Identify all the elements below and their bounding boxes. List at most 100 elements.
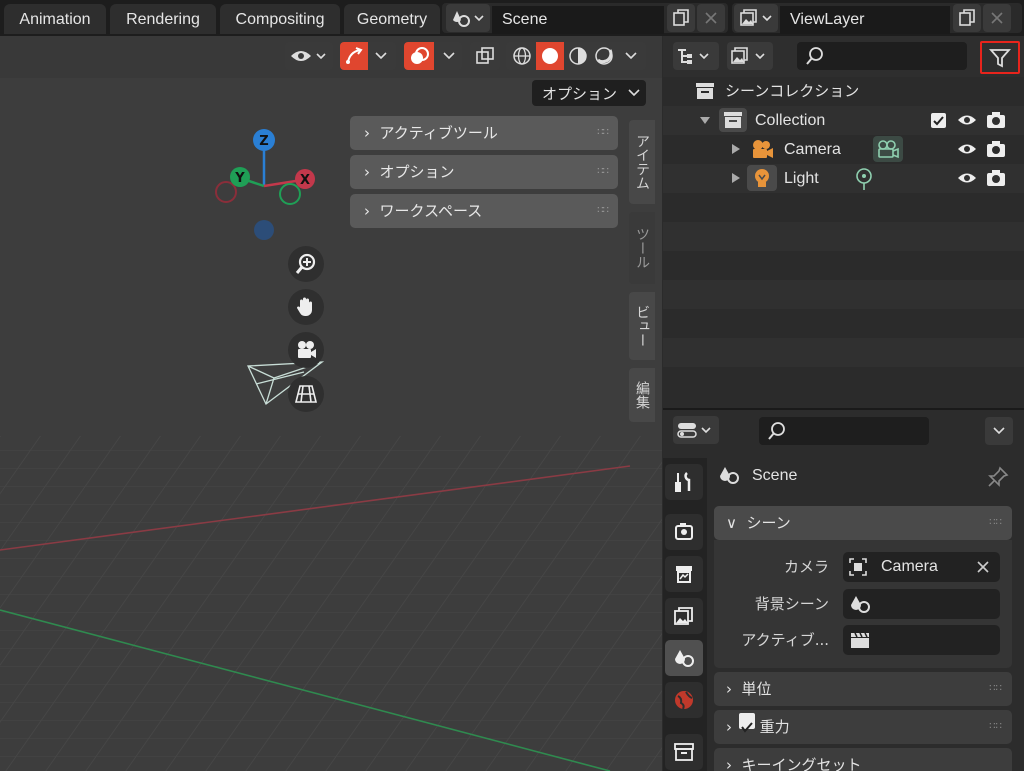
eye-icon[interactable] (957, 141, 977, 157)
solid-shading-button[interactable] (536, 42, 564, 70)
section-gravity-header[interactable]: › 重力 ∷∷ (714, 710, 1012, 744)
properties-panel: Scene ∨ シーン ∷∷ カメラ Camera 背景シーン アクティブ...… (663, 410, 1024, 771)
panel-workspace[interactable]: › ワークスペース ∷∷ (350, 194, 618, 228)
eye-icon[interactable] (957, 112, 977, 128)
scene-icon (675, 650, 694, 667)
tab-edit[interactable]: 編集 (629, 368, 655, 422)
background-scene-field[interactable] (843, 589, 1000, 619)
visibility-dropdown[interactable] (285, 42, 333, 70)
section-units-header[interactable]: › 単位 ∷∷ (714, 672, 1012, 706)
render-camera-icon[interactable] (985, 110, 1007, 130)
delete-scene-button[interactable] (697, 4, 725, 32)
section-keying-sets-header[interactable]: › キーイングセット (714, 748, 1012, 771)
output-tab[interactable] (665, 556, 703, 592)
overlay-dropdown[interactable] (404, 42, 462, 70)
scene-collection-row[interactable]: シーンコレクション (663, 77, 1024, 106)
render-tab[interactable] (665, 514, 703, 550)
properties-tabs (663, 458, 707, 771)
light-data-icon[interactable] (853, 167, 875, 191)
viewlayer-name-field[interactable]: ViewLayer (780, 6, 950, 34)
gravity-checkbox[interactable] (738, 713, 755, 733)
expand-right-icon[interactable] (731, 143, 741, 155)
collection-label: Collection (755, 112, 826, 129)
tab-compositing[interactable]: Compositing (220, 4, 340, 34)
render-camera-icon[interactable] (985, 168, 1007, 188)
options-menu-button[interactable] (985, 417, 1013, 445)
3d-viewport[interactable]: オプション › アクティブツール ∷∷ › オプション ∷∷ › ワークスペース… (0, 36, 662, 771)
light-label: Light (784, 170, 819, 187)
tab-rendering[interactable]: Rendering (110, 4, 216, 34)
drag-handle-icon[interactable]: ∷∷ (597, 155, 609, 189)
panel-active-tool[interactable]: › アクティブツール ∷∷ (350, 116, 618, 150)
properties-search-input[interactable] (759, 417, 929, 445)
display-mode-dropdown[interactable] (673, 42, 719, 70)
pan-button[interactable] (288, 289, 324, 325)
navigation-gizmo[interactable]: Z Y X (200, 124, 330, 254)
camera-row[interactable]: Camera (663, 135, 1024, 164)
zoom-button[interactable] (288, 246, 324, 282)
options-dropdown[interactable]: オプション (532, 80, 646, 106)
gizmo-toggle[interactable] (340, 42, 368, 70)
view-layer-tab[interactable] (665, 598, 703, 634)
scene-name-field[interactable]: Scene (492, 6, 664, 34)
search-icon (768, 422, 785, 440)
active-clip-field[interactable] (843, 625, 1000, 655)
section-scene-header[interactable]: ∨ シーン ∷∷ (714, 506, 1012, 540)
scene-type-dropdown[interactable] (446, 4, 490, 32)
drag-handle-icon[interactable]: ∷∷ (989, 672, 1002, 706)
light-row[interactable]: Light (663, 164, 1024, 193)
camera-prop-field[interactable]: Camera (843, 552, 1000, 582)
delete-viewlayer-button[interactable] (983, 4, 1011, 32)
render-camera-icon[interactable] (985, 139, 1007, 159)
outliner-search-input[interactable] (797, 42, 967, 70)
section-label: 重力 (759, 718, 790, 736)
view-layer-filter-dropdown[interactable] (727, 42, 773, 70)
eye-icon[interactable] (957, 170, 977, 186)
camera-data-icon-bg[interactable] (873, 136, 903, 162)
drag-handle-icon[interactable]: ∷∷ (989, 506, 1002, 540)
collection-row[interactable]: Collection (663, 106, 1024, 135)
drag-handle-icon[interactable]: ∷∷ (597, 116, 609, 150)
tab-animation[interactable]: Animation (4, 4, 106, 34)
new-scene-button[interactable] (667, 4, 695, 32)
tab-tool[interactable]: ツール (629, 212, 655, 284)
drag-handle-icon[interactable]: ∷∷ (597, 194, 609, 228)
scene-selector: Scene (442, 3, 728, 34)
wireframe-shading-button[interactable] (510, 44, 534, 68)
rendered-shading-button[interactable] (592, 44, 616, 68)
gizmo-dropdown[interactable] (340, 42, 396, 70)
collection-tab[interactable] (665, 734, 703, 770)
xray-toggle[interactable] (470, 42, 500, 70)
viewlayer-type-dropdown[interactable] (734, 4, 778, 32)
perspective-toggle-button[interactable] (288, 376, 324, 412)
overlay-toggle[interactable] (404, 42, 434, 70)
image-stack-icon (740, 9, 772, 26)
collection-box-icon (696, 83, 714, 99)
camera-view-button[interactable] (288, 332, 324, 368)
world-tab[interactable] (665, 682, 703, 718)
tab-view[interactable]: ビュー (629, 292, 655, 360)
material-shading-button[interactable] (566, 44, 590, 68)
clear-icon[interactable] (976, 560, 990, 574)
new-viewlayer-button[interactable] (953, 4, 981, 32)
editor-type-dropdown[interactable] (673, 416, 719, 444)
filter-button[interactable] (980, 41, 1020, 74)
scene-tab[interactable] (665, 640, 703, 676)
tool-tab[interactable] (665, 464, 703, 500)
chevron-down-icon (375, 52, 387, 60)
expand-right-icon[interactable] (731, 172, 741, 184)
empty-row (663, 309, 1024, 338)
panel-label: アクティブツール (379, 124, 498, 142)
camera-object-icon (753, 140, 773, 158)
z-axis-label: Z (259, 134, 268, 149)
panel-options[interactable]: › オプション ∷∷ (350, 155, 618, 189)
checkmark-icon (740, 722, 753, 733)
shading-modes (506, 42, 646, 70)
tab-geometry[interactable]: Geometry (344, 4, 440, 34)
exclude-checkbox[interactable] (931, 113, 946, 128)
drag-handle-icon[interactable]: ∷∷ (989, 710, 1002, 744)
tab-item[interactable]: アイテム (629, 120, 655, 204)
chevron-right-icon: › (726, 718, 732, 736)
pin-icon[interactable] (987, 466, 1009, 488)
expand-down-icon[interactable] (699, 115, 711, 125)
